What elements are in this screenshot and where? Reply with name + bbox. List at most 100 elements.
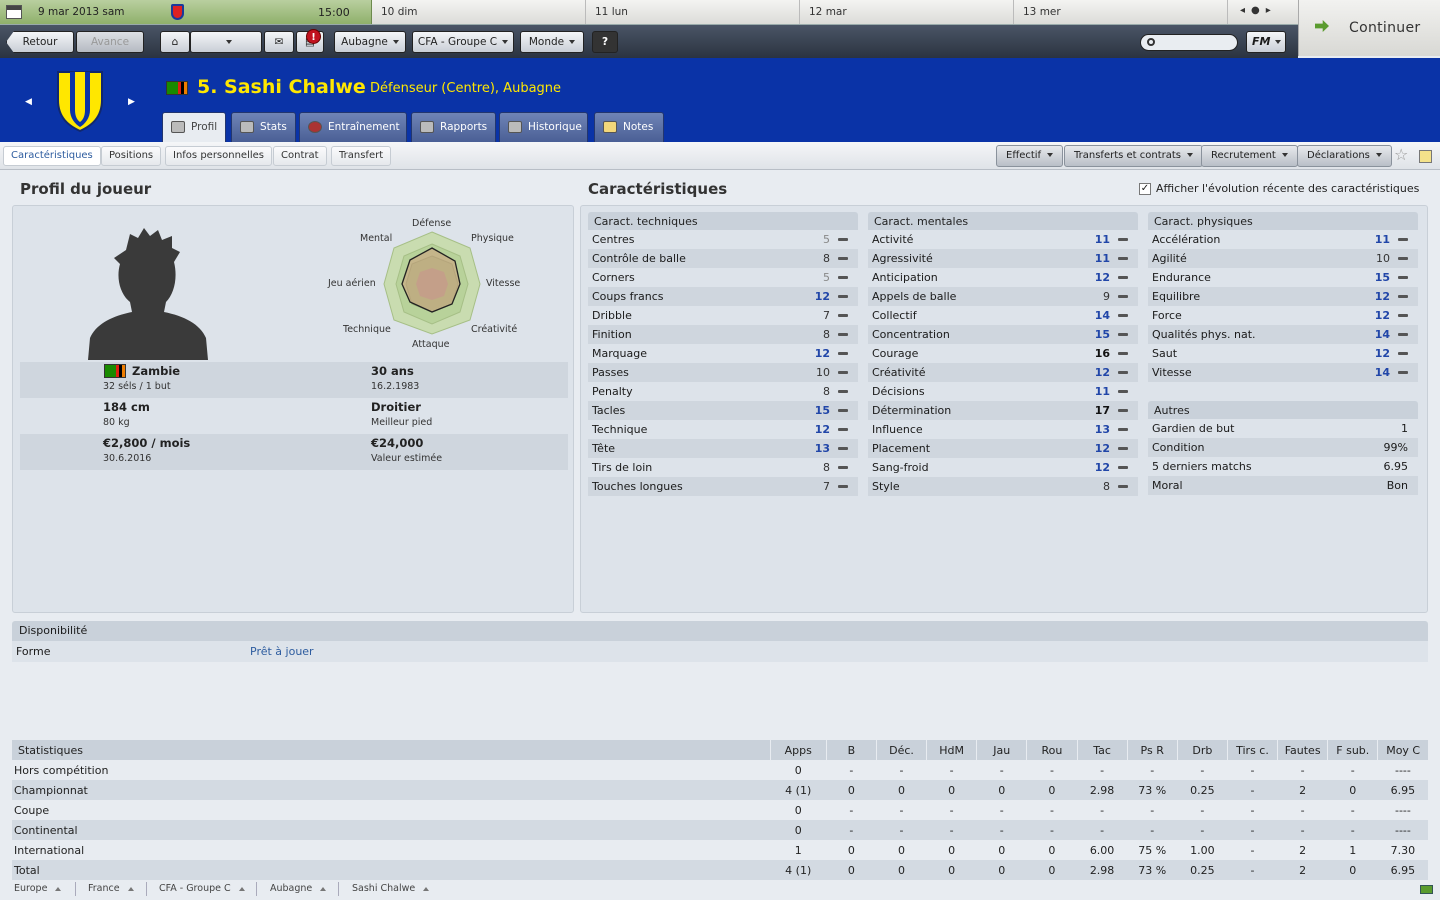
tab-history[interactable]: Historique — [499, 112, 588, 142]
attribute-row[interactable]: Finition 8 — [588, 325, 858, 344]
calendar-day[interactable]: 13 mer — [1014, 0, 1228, 24]
attribute-row[interactable]: Contrôle de balle 8 — [588, 249, 858, 268]
fm-menu-button[interactable]: FM — [1246, 31, 1286, 53]
stats-column-header[interactable]: Apps — [769, 740, 827, 760]
attribute-row[interactable]: Accélération 11 — [1148, 230, 1418, 249]
stats-column-header[interactable]: F sub. — [1327, 740, 1378, 760]
forward-button[interactable]: Avance — [76, 31, 144, 53]
stats-column-header[interactable]: HdM — [926, 740, 977, 760]
attribute-row[interactable]: Courage 16 — [868, 344, 1138, 363]
calendar-day[interactable]: 10 dim — [372, 0, 586, 24]
attribute-row[interactable]: Endurance 15 — [1148, 268, 1418, 287]
player-role[interactable]: Défenseur (Centre), Aubagne — [370, 81, 561, 96]
add-note-icon[interactable] — [1419, 150, 1432, 163]
breadcrumb-player[interactable]: Sashi Chalwe — [352, 883, 429, 894]
alert-badge[interactable]: ! — [306, 29, 321, 44]
attribute-row[interactable]: Moral Bon — [1148, 476, 1418, 495]
help-button[interactable]: ? — [592, 31, 618, 53]
tab-profil[interactable]: Profil — [162, 112, 226, 142]
tab-notes[interactable]: Notes — [594, 112, 664, 142]
calendar-day[interactable]: 12 mar — [800, 0, 1014, 24]
breadcrumb-club[interactable]: Aubagne — [270, 883, 326, 894]
attribute-row[interactable]: Dribble 7 — [588, 306, 858, 325]
back-button[interactable]: Retour — [6, 31, 74, 53]
attribute-row[interactable]: Sang-froid 12 — [868, 458, 1138, 477]
stats-column-header[interactable]: Drb — [1176, 740, 1228, 760]
attribute-row[interactable]: Touches longues 7 — [588, 477, 858, 496]
calendar-nav[interactable]: ◂●▸ — [1240, 5, 1277, 16]
attribute-row[interactable]: Gardien de but 1 — [1148, 419, 1418, 438]
subtab-personal-info[interactable]: Infos personnelles — [165, 146, 273, 166]
current-date-cell[interactable]: 9 mar 2013 sam 15:00 — [0, 0, 372, 24]
next-player-arrow-icon[interactable]: ▶ — [128, 97, 135, 107]
subtab-transfer[interactable]: Transfert — [331, 146, 392, 166]
attribute-row[interactable]: Vitesse 14 — [1148, 363, 1418, 382]
attribute-row[interactable]: Marquage 12 — [588, 344, 858, 363]
attribute-row[interactable]: Tête 13 — [588, 439, 858, 458]
breadcrumb-france[interactable]: France — [88, 883, 134, 894]
attribute-row[interactable]: Tirs de loin 8 — [588, 458, 858, 477]
search-input[interactable] — [1140, 34, 1238, 51]
attribute-row[interactable]: Créativité 12 — [868, 363, 1138, 382]
attribute-row[interactable]: Détermination 17 — [868, 401, 1138, 420]
continue-button[interactable]: Continuer — [1298, 0, 1440, 56]
star-icon[interactable]: ☆ — [1394, 145, 1408, 164]
stats-column-header[interactable]: Ps R — [1126, 740, 1178, 760]
stats-column-header[interactable]: Tac — [1076, 740, 1128, 760]
attribute-row[interactable]: Passes 10 — [588, 363, 858, 382]
calendar-day[interactable]: 11 lun — [586, 0, 800, 24]
attribute-row[interactable]: Agilité 10 — [1148, 249, 1418, 268]
attribute-row[interactable]: Collectif 14 — [868, 306, 1138, 325]
calendar-icon[interactable] — [6, 5, 22, 19]
stats-column-header[interactable]: Rou — [1026, 740, 1077, 760]
tab-reports[interactable]: Rapports — [411, 112, 496, 142]
attribute-row[interactable]: Equilibre 12 — [1148, 287, 1418, 306]
tab-stats[interactable]: Stats — [231, 112, 296, 142]
subtab-positions[interactable]: Positions — [101, 146, 162, 166]
attribute-row[interactable]: Tacles 15 — [588, 401, 858, 420]
attribute-row[interactable]: Condition 99% — [1148, 438, 1418, 457]
attribute-row[interactable]: Penalty 8 — [588, 382, 858, 401]
squad-dropdown[interactable]: Effectif — [996, 145, 1064, 167]
declarations-dropdown[interactable]: Déclarations — [1297, 145, 1392, 167]
attribute-row[interactable]: Anticipation 12 — [868, 268, 1138, 287]
subtab-contract[interactable]: Contrat — [273, 146, 327, 166]
form-value[interactable]: Prêt à jouer — [250, 641, 314, 662]
previous-player-arrow-icon[interactable]: ◀ — [25, 97, 32, 107]
transfers-contracts-dropdown[interactable]: Transferts et contrats — [1064, 145, 1204, 167]
attribute-row[interactable]: Appels de balle 9 — [868, 287, 1138, 306]
subtab-characteristics[interactable]: Caractéristiques — [3, 146, 101, 166]
attribute-row[interactable]: Agressivité 11 — [868, 249, 1138, 268]
stats-column-header[interactable]: Fautes — [1277, 740, 1328, 760]
home-icon[interactable]: ⌂ — [160, 31, 190, 53]
attribute-row[interactable]: Force 12 — [1148, 306, 1418, 325]
stats-column-header[interactable]: Tirs c. — [1226, 740, 1278, 760]
manager-menu[interactable] — [190, 31, 262, 53]
attribute-row[interactable]: Placement 12 — [868, 439, 1138, 458]
nationality[interactable]: Zambie — [132, 364, 180, 378]
attribute-row[interactable]: Corners 5 — [588, 268, 858, 287]
attribute-row[interactable]: Concentration 15 — [868, 325, 1138, 344]
breadcrumb-league[interactable]: CFA - Groupe C — [159, 883, 245, 894]
attribute-row[interactable]: 5 derniers matchs 6.95 — [1148, 457, 1418, 476]
club-menu[interactable]: Aubagne — [334, 31, 406, 53]
attribute-row[interactable]: Saut 12 — [1148, 344, 1418, 363]
stats-column-header[interactable]: Moy C — [1377, 740, 1428, 760]
stats-column-header[interactable]: Déc. — [875, 740, 927, 760]
tab-training[interactable]: Entraînement — [299, 112, 407, 142]
attribute-row[interactable]: Qualités phys. nat. 14 — [1148, 325, 1418, 344]
attribute-row[interactable]: Style 8 — [868, 477, 1138, 496]
attribute-row[interactable]: Technique 12 — [588, 420, 858, 439]
recruitment-dropdown[interactable]: Recrutement — [1201, 145, 1298, 167]
attribute-row[interactable]: Influence 13 — [868, 420, 1138, 439]
attribute-row[interactable]: Activité 11 — [868, 230, 1138, 249]
league-menu[interactable]: CFA - Groupe C — [412, 31, 514, 53]
attribute-row[interactable]: Centres 5 — [588, 230, 858, 249]
attribute-row[interactable]: Décisions 11 — [868, 382, 1138, 401]
stats-column-header[interactable]: Jau — [976, 740, 1027, 760]
world-menu[interactable]: Monde — [520, 31, 584, 53]
show-evolution-checkbox[interactable]: ✓ — [1139, 183, 1151, 195]
stats-column-header[interactable]: B — [825, 740, 877, 760]
breadcrumb-europe[interactable]: Europe — [14, 883, 61, 894]
attribute-row[interactable]: Coups francs 12 — [588, 287, 858, 306]
